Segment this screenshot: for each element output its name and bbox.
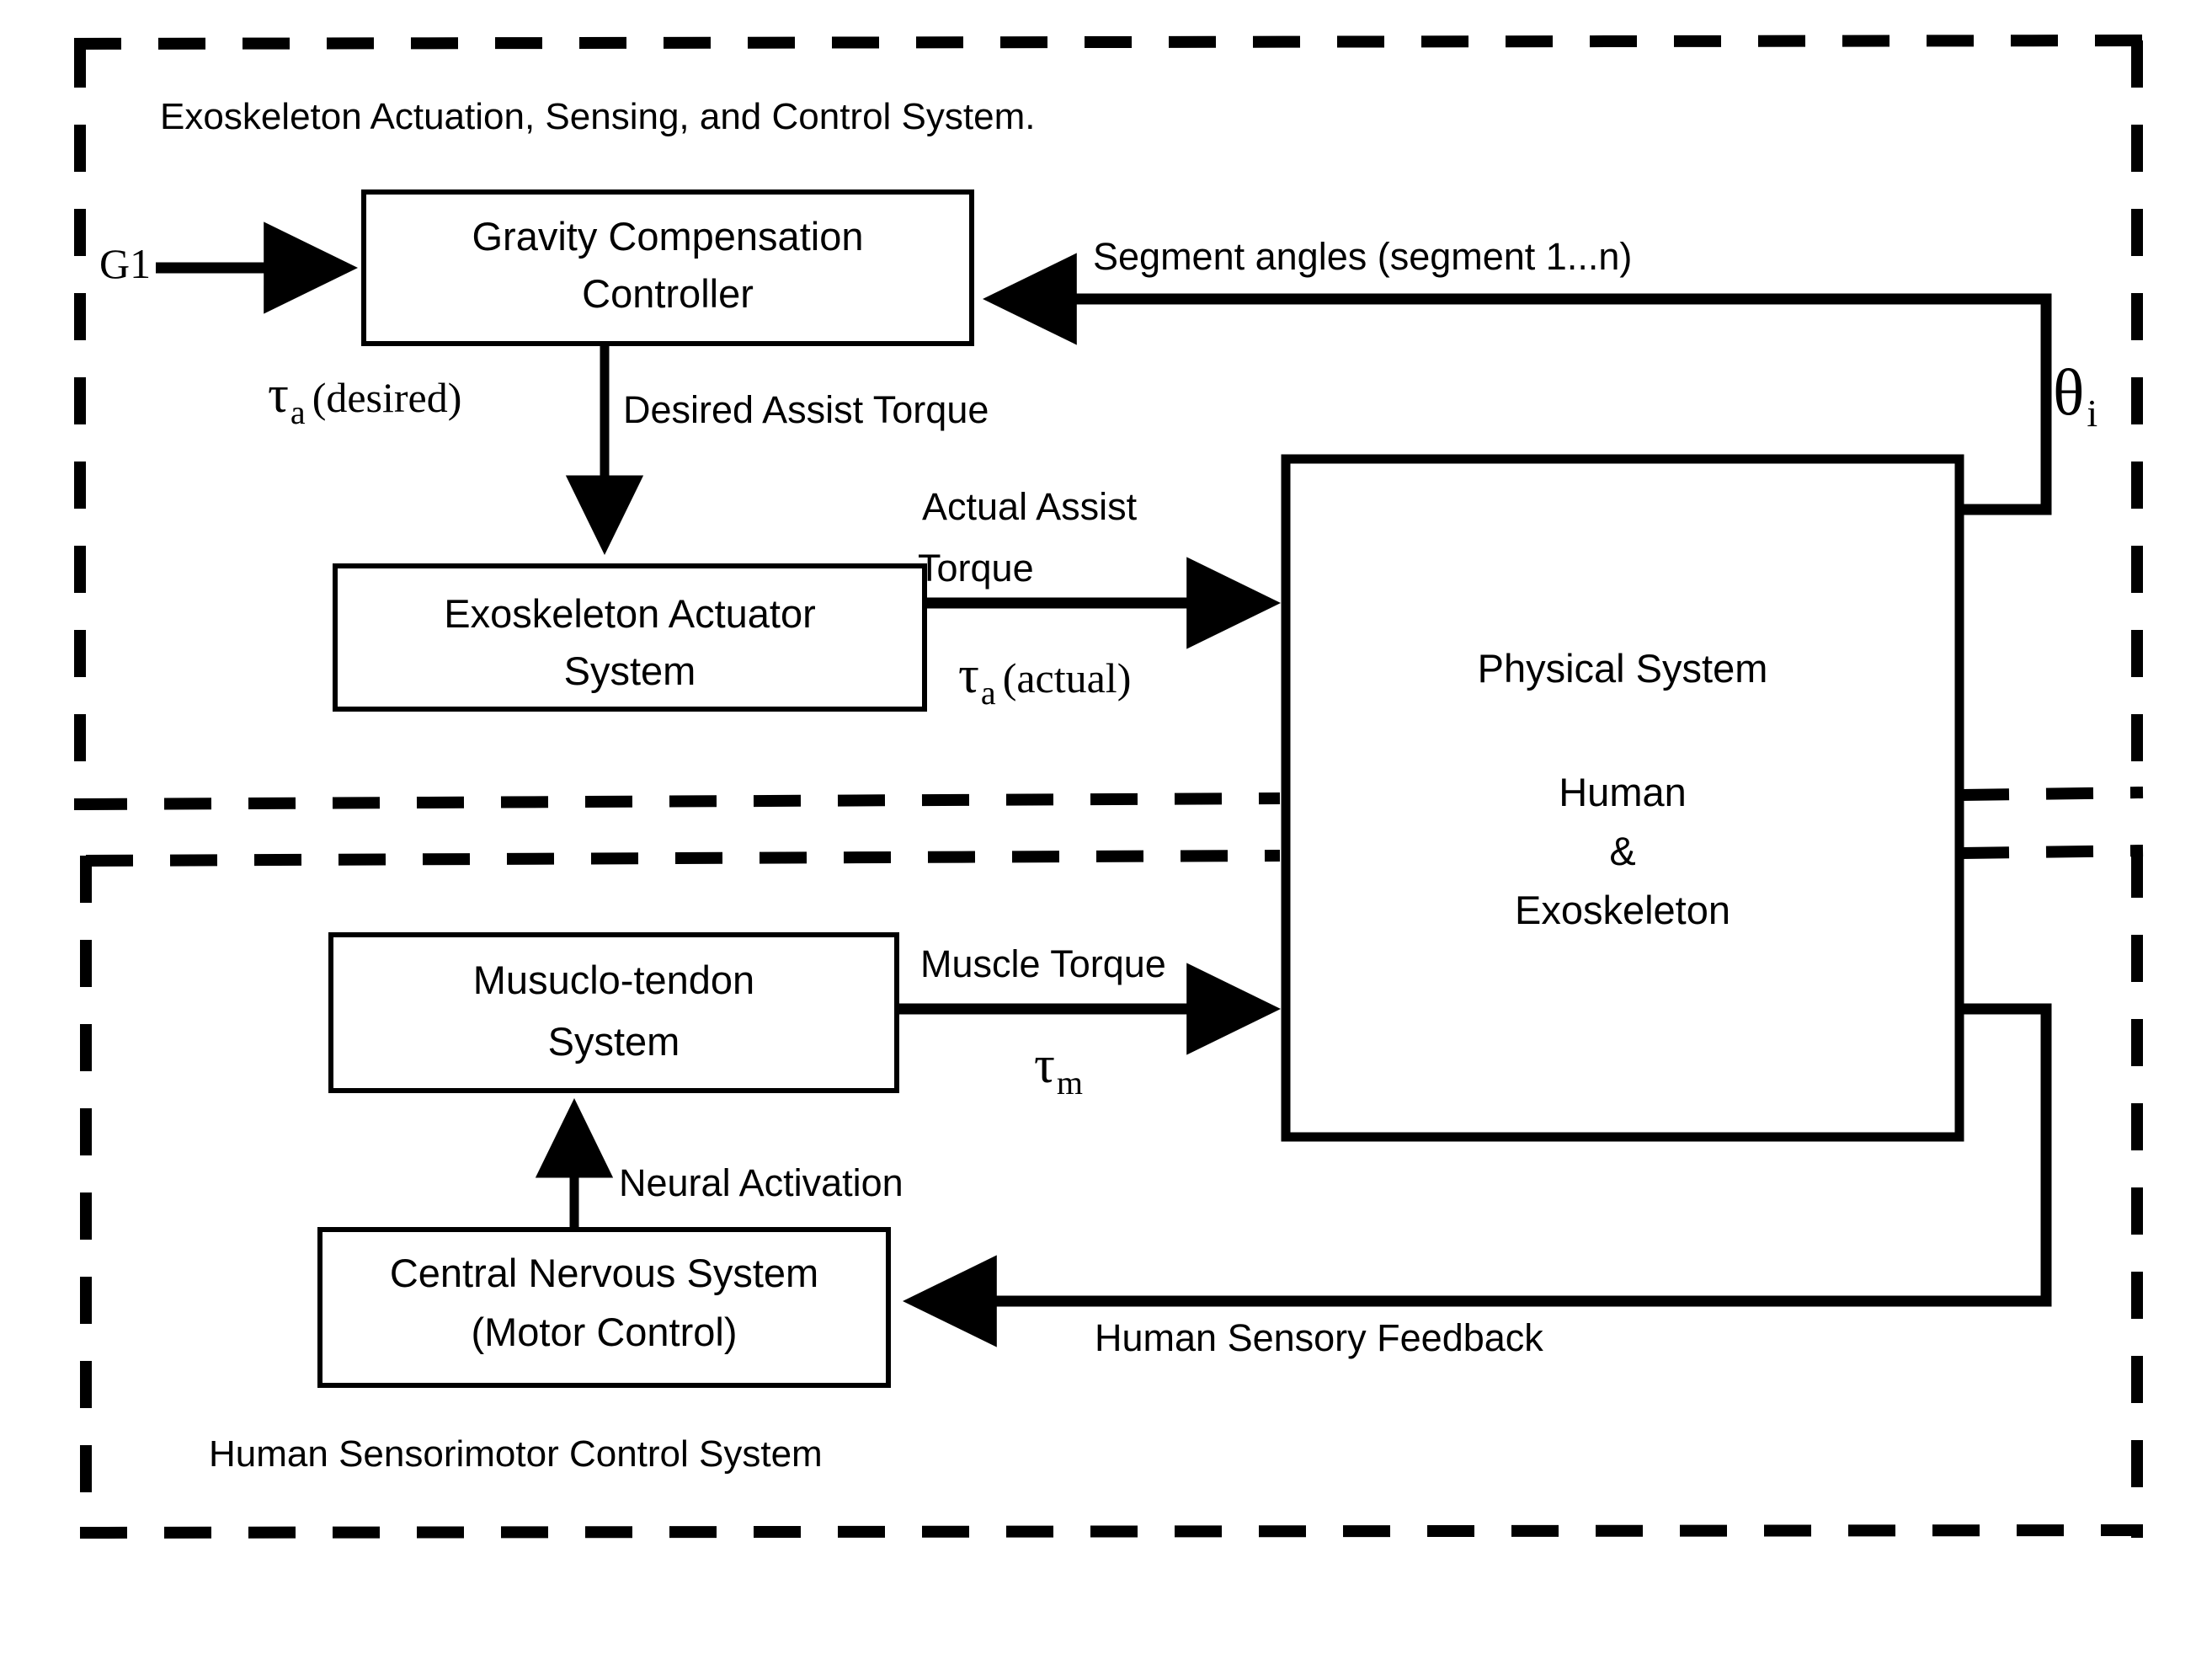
segment-angles-feedback-arrow bbox=[982, 253, 2052, 515]
tau-a-actual-symbol: τa (actual) bbox=[958, 644, 1131, 714]
central-nervous-system-label-line1: Central Nervous System bbox=[389, 1251, 819, 1295]
musculo-tendon-system-label-line1: Musuclo-tendon bbox=[472, 958, 755, 1002]
theta-i-symbol: θi bbox=[2053, 352, 2097, 437]
human-sensory-feedback-arrow bbox=[902, 1003, 2052, 1347]
tau-a-desired-symbol: τa (desired) bbox=[268, 364, 461, 434]
tau-m-symbol: τm bbox=[1034, 1034, 1083, 1104]
actual-assist-torque-label-line1: Actual Assist bbox=[922, 485, 1138, 528]
exoskeleton-actuator-system-label-line2: System bbox=[563, 648, 696, 693]
physical-system-label-exoskeleton: Exoskeleton bbox=[1514, 888, 1731, 932]
human-sensorimotor-region-title: Human Sensorimotor Control System bbox=[209, 1433, 823, 1475]
theta-subscript: i bbox=[2087, 391, 2098, 435]
segment-angles-label: Segment angles (segment 1...n) bbox=[1093, 235, 1633, 278]
actual-assist-torque-label-line2: Torque bbox=[918, 547, 1034, 590]
theta-base: θ bbox=[2053, 355, 2085, 429]
physical-system-label-ampersand: & bbox=[1609, 829, 1636, 873]
tau-muscle-base: τ bbox=[1034, 1037, 1055, 1094]
central-nervous-system-label-line2: (Motor Control) bbox=[471, 1310, 738, 1354]
tau-actual-qualifier: (actual) bbox=[1002, 654, 1132, 702]
tau-actual-subscript: a bbox=[980, 674, 996, 712]
tau-muscle-subscript: m bbox=[1056, 1064, 1084, 1102]
gravity-compensation-controller-label-line2: Controller bbox=[582, 271, 754, 316]
physical-system-label-line1: Physical System bbox=[1477, 646, 1768, 691]
muscle-torque-label: Muscle Torque bbox=[920, 942, 1166, 985]
physical-system-label-human: Human bbox=[1559, 770, 1687, 814]
desired-assist-torque-label: Desired Assist Torque bbox=[623, 388, 989, 431]
diagram-canvas: Exoskeleton Actuation, Sensing, and Cont… bbox=[0, 0, 2212, 1654]
tau-desired-qualifier: (desired) bbox=[312, 374, 462, 421]
musculo-tendon-system-label-line2: System bbox=[547, 1019, 680, 1064]
tau-desired-subscript: a bbox=[290, 393, 306, 431]
tau-actual-base: τ bbox=[958, 647, 979, 704]
exoskeleton-region-title: Exoskeleton Actuation, Sensing, and Cont… bbox=[160, 96, 1036, 137]
exoskeleton-actuator-system-label-line1: Exoskeleton Actuator bbox=[444, 591, 816, 636]
human-sensory-feedback-label: Human Sensory Feedback bbox=[1095, 1316, 1543, 1359]
neural-activation-label: Neural Activation bbox=[619, 1161, 903, 1204]
gravity-compensation-controller-label-line1: Gravity Compensation bbox=[472, 214, 864, 259]
tau-desired-base: τ bbox=[268, 366, 289, 424]
g1-input-label: G1 bbox=[99, 240, 152, 287]
